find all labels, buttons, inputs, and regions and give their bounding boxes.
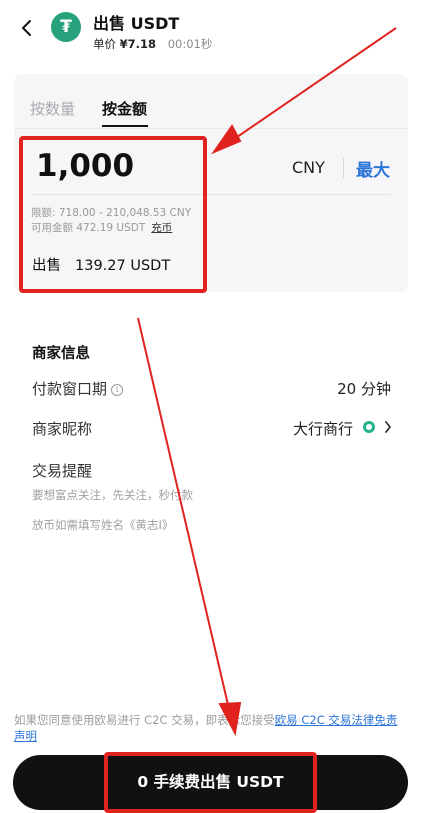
payment-window-value: 20 分钟	[337, 380, 391, 398]
countdown-timer: 00:01秒	[167, 37, 213, 51]
currency-label: CNY	[292, 158, 325, 177]
max-button[interactable]: 最大	[356, 156, 390, 181]
tab-by-amount[interactable]: 按金额	[102, 98, 147, 119]
tab-by-quantity[interactable]: 按数量	[30, 98, 75, 119]
verified-badge-icon	[363, 421, 375, 433]
unit-price-label: 单价	[93, 37, 116, 51]
coin-symbol: ₮	[60, 17, 72, 37]
highlight-box-amount	[19, 136, 207, 293]
price-line: 单价 ¥7.18 00:01秒	[93, 36, 212, 52]
unit-divider	[343, 158, 344, 178]
page-title: 出售 USDT	[93, 14, 180, 33]
trade-notice-line-1: 要想富点关注，先关注，秒付款	[32, 488, 193, 502]
chevron-right-icon[interactable]	[384, 420, 392, 434]
tab-divider	[14, 128, 408, 129]
active-tab-indicator	[102, 125, 148, 127]
payment-window-label: 付款窗口期 i	[32, 378, 124, 399]
merchant-section-title: 商家信息	[32, 346, 90, 362]
trade-notice-label: 交易提醒	[32, 462, 93, 480]
agreement-text: 如果您同意使用欧易进行 C2C 交易，即表示您接受欧易 C2C 交易法律免责声明	[14, 712, 408, 744]
payment-window-text: 付款窗口期	[32, 380, 108, 398]
trade-notice-line-2: 放币如需填写姓名《黄志Ⅰ》	[32, 518, 174, 532]
back-icon[interactable]	[18, 18, 36, 38]
agreement-prefix: 如果您同意使用欧易进行 C2C 交易，即表示您接受	[14, 713, 275, 727]
unit-price: ¥7.18	[119, 37, 157, 51]
info-icon[interactable]: i	[111, 384, 124, 396]
merchant-nickname-value[interactable]: 大行商行	[293, 418, 353, 439]
highlight-box-button	[104, 752, 317, 813]
usdt-logo-icon: ₮	[51, 12, 81, 42]
top-bar: ₮ 出售 USDT 单价 ¥7.18 00:01秒	[0, 0, 421, 62]
merchant-nickname-label[interactable]: 商家昵称	[32, 418, 92, 439]
